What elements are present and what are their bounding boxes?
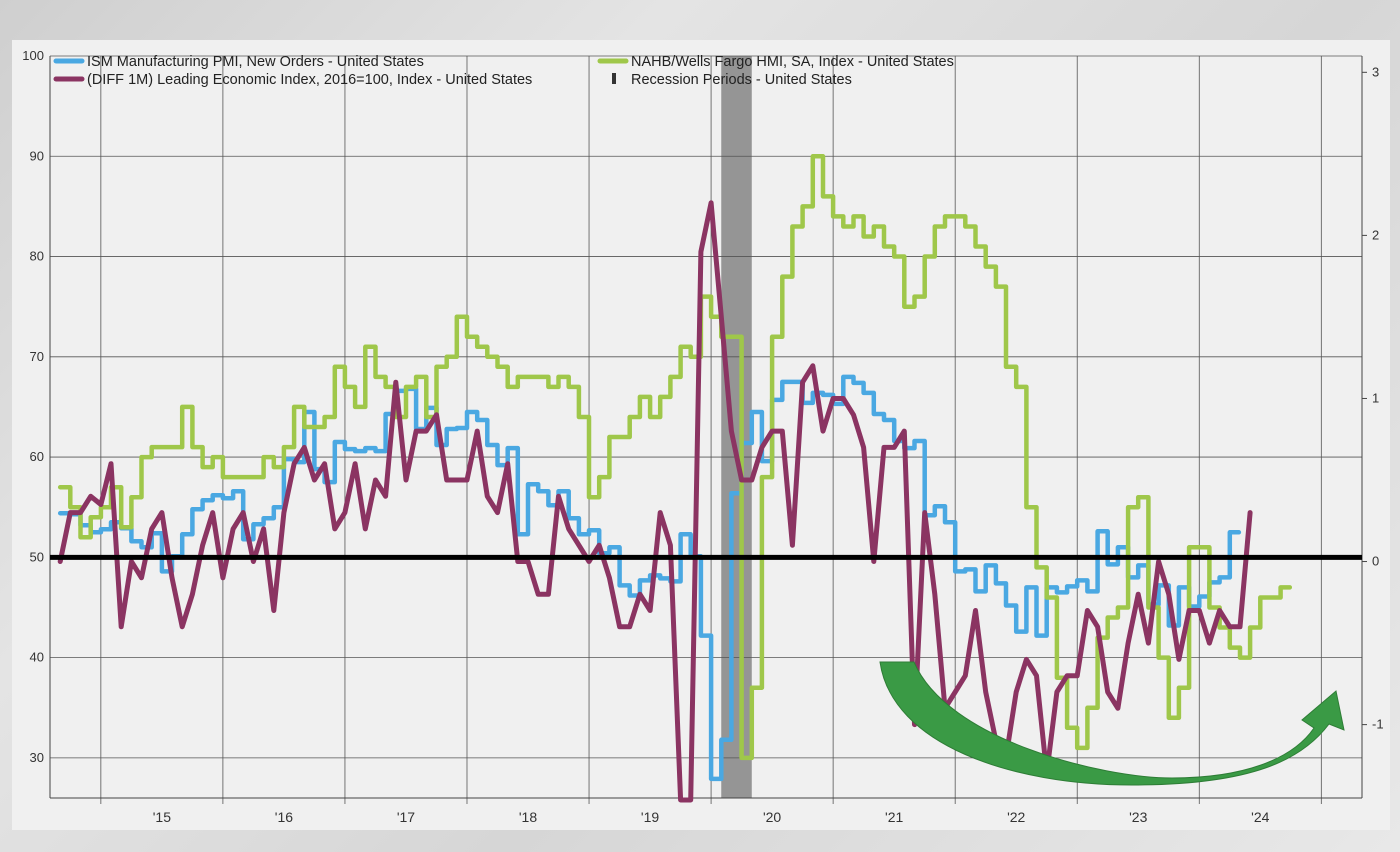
right-tick-label: 1	[1372, 390, 1379, 405]
legend-item: (DIFF 1M) Leading Economic Index, 2016=1…	[53, 72, 532, 88]
left-tick-label: 90	[30, 148, 44, 163]
left-tick-label: 70	[30, 349, 44, 364]
x-tick-label: '21	[885, 809, 903, 825]
chart-panel: 30 40 50 60 70 80 90 100'15'16'17'18'19'20'21'2…	[12, 40, 1390, 830]
legend-label: Recession Periods - United States	[631, 72, 852, 88]
recession-band	[721, 56, 752, 798]
left-tick-label: 80	[30, 249, 44, 264]
x-tick-label: '18	[519, 809, 537, 825]
x-tick-label: '16	[275, 809, 293, 825]
x-tick-label: '20	[763, 809, 781, 825]
legend-item: ISM Manufacturing PMI, New Orders - Unit…	[53, 54, 424, 70]
x-tick-label: '17	[397, 809, 415, 825]
right-tick-label: -1	[1372, 717, 1384, 732]
left-tick-label: 40	[30, 650, 44, 665]
chart-svg: 30405060708090100'15'16'17'18'19'20'21'2…	[22, 48, 1384, 825]
legend-label: (DIFF 1M) Leading Economic Index, 2016=1…	[87, 72, 532, 88]
left-tick-label: 100	[22, 48, 44, 63]
x-tick-label: '23	[1129, 809, 1147, 825]
right-tick-label: 3	[1372, 64, 1379, 79]
x-tick-label: '22	[1007, 809, 1025, 825]
legend-item: Recession Periods - United States	[612, 72, 852, 88]
right-tick-label: 0	[1372, 554, 1379, 569]
plot-area	[50, 56, 1362, 798]
legend-label: ISM Manufacturing PMI, New Orders - Unit…	[87, 54, 424, 70]
legend-label: NAHB/Wells Fargo HMI, SA, Index - United…	[631, 54, 954, 70]
recession-layer	[721, 56, 752, 798]
right-tick-label: 2	[1372, 227, 1379, 242]
x-tick-label: '19	[641, 809, 659, 825]
legend-swatch	[612, 73, 616, 84]
x-tick-label: '15	[153, 809, 171, 825]
legend-item: NAHB/Wells Fargo HMI, SA, Index - United…	[597, 54, 954, 70]
left-tick-label: 50	[30, 549, 44, 564]
left-tick-label: 60	[30, 449, 44, 464]
x-tick-label: '24	[1251, 809, 1269, 825]
left-tick-label: 30	[30, 750, 44, 765]
